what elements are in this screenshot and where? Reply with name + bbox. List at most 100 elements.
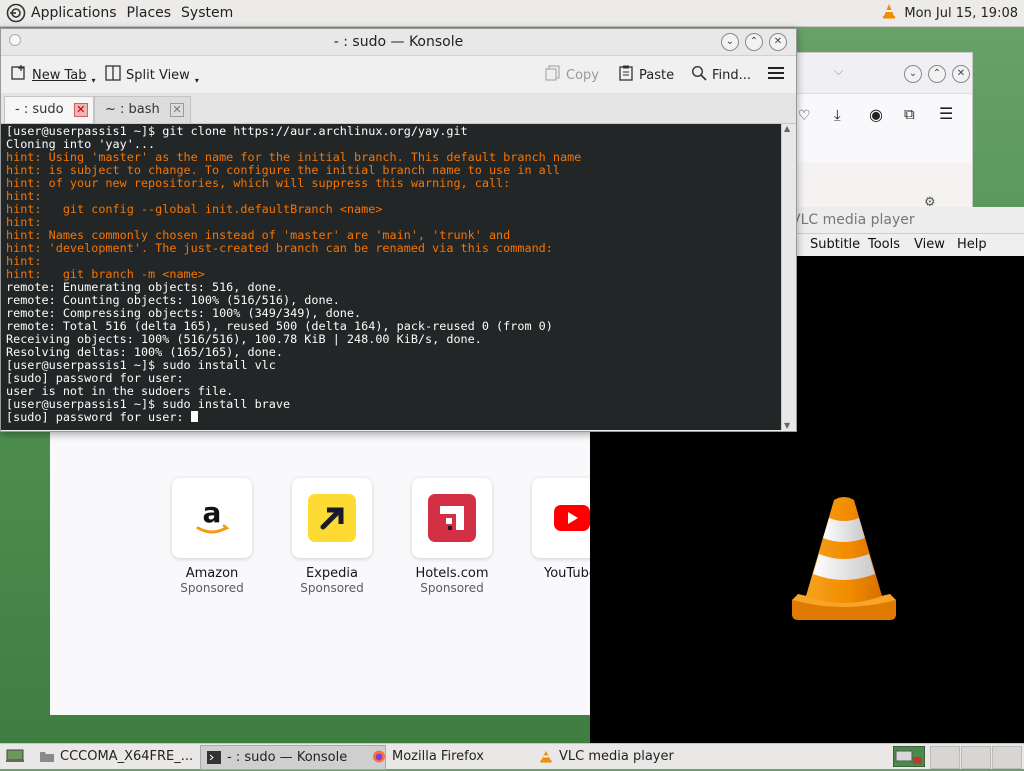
maximize-icon[interactable]: ⌃ [928, 65, 946, 83]
task-label: - : sudo — Konsole [227, 750, 348, 765]
expedia-logo-icon [292, 478, 372, 558]
menu-applications[interactable]: Applications [31, 5, 117, 21]
konsole-titlebar: - : sudo — Konsole ⌄ ⌃ ✕ [1, 29, 796, 56]
vlc-menu-help[interactable]: Help [957, 237, 987, 252]
firefox-titlebar: ⌵ ⌄ ⌃ ✕ [796, 53, 972, 93]
konsole-window: - : sudo — Konsole ⌄ ⌃ ✕ New Tab ▾ Split… [0, 28, 797, 432]
split-view-button[interactable]: Split View ▾ [105, 65, 199, 85]
konsole-toolbar: New Tab ▾ Split View ▾ Copy Paste Find..… [1, 56, 796, 92]
vlc-icon [540, 750, 552, 763]
task-label: VLC media player [559, 749, 674, 764]
task-firefox[interactable]: Mozilla Firefox [366, 745, 552, 768]
task-folder[interactable]: CCCOMA_X64FRE_... [34, 745, 220, 768]
terminal-line: [user@userpassis1 ~]$ sudo install vlc [6, 358, 276, 372]
shortcut-tile-amazon[interactable]: a Amazon Sponsored [172, 478, 252, 595]
terminal-line: Resolving deltas: 100% (165/165), done. [6, 345, 283, 359]
tile-sponsored-label: Sponsored [300, 581, 364, 595]
firefox-window: ⌵ ⌄ ⌃ ✕ ♡ ⤓ ◉ ⧉ ☰ ⚙ [795, 52, 973, 210]
close-tab-icon[interactable]: ✕ [169, 102, 184, 117]
menu-system[interactable]: System [181, 5, 233, 21]
hotels-logo-icon [412, 478, 492, 558]
terminal-line: remote: Total 516 (delta 165), reused 50… [6, 319, 553, 333]
find-label: Find... [712, 67, 752, 83]
terminal-hint-line: hint: is subject to change. To configure… [6, 163, 560, 177]
konsole-window-title: - : sudo — Konsole [333, 34, 464, 50]
tab-sudo[interactable]: - : sudo ✕ [4, 96, 94, 123]
top-panel: Applications Places System Mon Jul 15, 1… [0, 0, 1024, 27]
vlc-menu-view[interactable]: View [914, 237, 945, 252]
tile-name: Amazon [185, 566, 239, 581]
maximize-icon[interactable]: ⌃ [745, 33, 763, 51]
pocket-icon[interactable]: ♡ [798, 108, 811, 124]
paste-icon [618, 65, 634, 85]
terminal-cursor [190, 411, 198, 422]
clock[interactable]: Mon Jul 15, 19:08 [904, 6, 1018, 21]
terminal-line: remote: Counting objects: 100% (516/516)… [6, 293, 340, 307]
find-button[interactable]: Find... [691, 65, 751, 85]
chevron-down-icon: ▾ [91, 75, 96, 85]
show-desktop-icon[interactable] [6, 749, 24, 767]
scroll-up-icon[interactable]: ▲ [784, 124, 790, 133]
terminal-line: Cloning into 'yay'... [6, 137, 156, 151]
close-icon[interactable]: ✕ [952, 65, 970, 83]
firefox-toolbar: ♡ ⤓ ◉ ⧉ ☰ [796, 93, 972, 162]
vlc-menu-tools[interactable]: Tools [868, 237, 900, 252]
firefox-icon [372, 750, 386, 763]
firefox-newtab-page: a Amazon Sponsored Expedia Sponsored Hot… [50, 430, 612, 715]
menu-places[interactable]: Places [127, 5, 172, 21]
chevron-down-icon: ▾ [194, 75, 199, 85]
vlc-menu-subtitle[interactable]: Subtitle [810, 237, 860, 252]
terminal-hint-line: hint: git branch -m <name> [6, 267, 205, 281]
gnome-foot-icon[interactable] [6, 3, 26, 23]
copy-icon [545, 65, 561, 85]
terminal-hint-line: hint: [6, 215, 42, 229]
extensions-icon[interactable]: ⧉ [904, 105, 915, 123]
shortcut-tile-expedia[interactable]: Expedia Sponsored [292, 478, 372, 595]
menu-hamburger-icon[interactable]: ☰ [939, 104, 953, 123]
account-icon[interactable]: ◉ [869, 105, 883, 124]
new-tab-icon [11, 65, 27, 85]
paste-label: Paste [639, 67, 675, 83]
shortcut-tile-hotels[interactable]: Hotels.com Sponsored [412, 478, 492, 595]
task-konsole[interactable]: - : sudo — Konsole [200, 745, 386, 770]
vlc-tray-icon[interactable] [882, 3, 896, 23]
new-tab-label: New Tab [32, 67, 87, 83]
folder-icon [40, 752, 54, 762]
paste-button[interactable]: Paste [618, 65, 674, 85]
download-icon[interactable]: ⤓ [834, 106, 841, 124]
terminal-line: [user@userpassis1 ~]$ git clone https://… [6, 124, 468, 138]
tab-label: ~ : bash [105, 102, 160, 117]
new-tab-button[interactable]: New Tab ▾ [11, 65, 96, 85]
close-tab-icon[interactable]: ✕ [73, 102, 88, 117]
workspace-3[interactable] [961, 746, 991, 769]
copy-button[interactable]: Copy [545, 65, 599, 85]
hamburger-menu-button[interactable] [767, 66, 785, 84]
terminal-output[interactable]: [user@userpassis1 ~]$ git clone https://… [1, 124, 781, 430]
tile-sponsored-label: Sponsored [180, 581, 244, 595]
minimize-icon[interactable]: ⌄ [721, 33, 739, 51]
terminal-hint-line: hint: [6, 254, 42, 268]
tab-bash[interactable]: ~ : bash ✕ [94, 96, 191, 123]
chevron-down-icon[interactable]: ⌵ [834, 64, 843, 79]
taskbar: CCCOMA_X64FRE_... - : sudo — Konsole Moz… [0, 743, 1024, 771]
minimize-icon[interactable]: ⌄ [904, 65, 922, 83]
tab-label: - : sudo [15, 102, 64, 117]
vlc-video-area[interactable] [590, 430, 1024, 743]
scroll-down-icon[interactable]: ▼ [784, 421, 790, 430]
close-icon[interactable]: ✕ [769, 33, 787, 51]
task-vlc[interactable]: VLC media player [533, 745, 739, 768]
window-menu-icon[interactable] [9, 34, 21, 46]
vlc-cone-icon [792, 497, 896, 620]
terminal-line: [sudo] password for user: [6, 371, 184, 385]
konsole-tab-bar: - : sudo ✕ ~ : bash ✕ [1, 93, 796, 124]
terminal-line: user is not in the sudoers file. [6, 384, 234, 398]
terminal-scrollbar[interactable]: ▲ ▼ [781, 124, 796, 430]
task-label: Mozilla Firefox [392, 749, 484, 764]
tile-name: Hotels.com [415, 566, 489, 581]
svg-text:a: a [203, 498, 222, 529]
workspace-2[interactable] [930, 746, 960, 769]
search-icon [691, 65, 707, 85]
workspace-4[interactable] [992, 746, 1022, 769]
terminal-icon [207, 751, 221, 764]
workspace-switcher-icon[interactable] [892, 745, 926, 771]
